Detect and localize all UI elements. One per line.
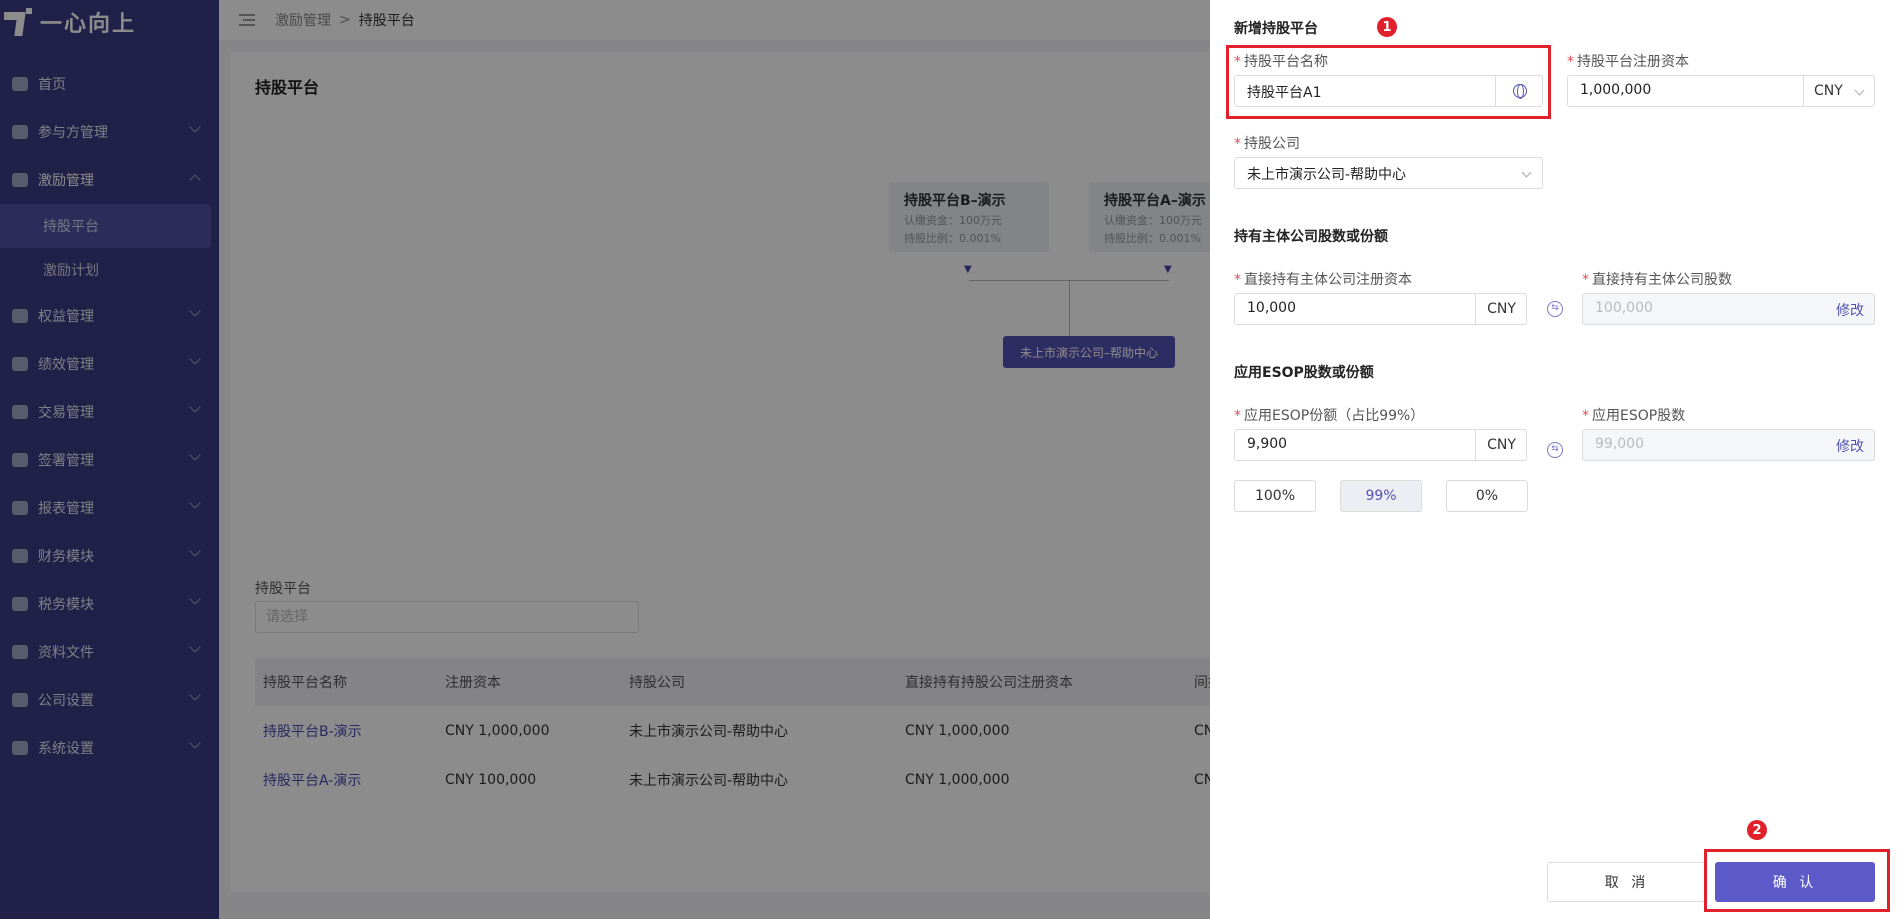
direct-shares-label: * 直接持有主体公司股数	[1582, 269, 1732, 289]
annotation-marker-2: 2	[1747, 820, 1767, 840]
required-mark: *	[1567, 54, 1574, 70]
edit-direct-shares-link[interactable]: 修改	[1836, 300, 1864, 320]
required-mark: *	[1234, 408, 1241, 424]
add-platform-drawer: 新增持股平台 * 持股平台名称 持股平台A1 * 持股平台注册资本 1,000,00…	[1210, 0, 1899, 919]
currency-value: CNY	[1487, 437, 1516, 453]
input-value: 1,000,000	[1580, 82, 1652, 98]
platform-capital-input[interactable]: 1,000,000 CNY	[1567, 75, 1875, 107]
field-label-text: 持股公司	[1244, 136, 1300, 152]
select-value: 未上市演示公司-帮助中心	[1247, 167, 1407, 183]
direct-capital-label: * 直接持有主体公司注册资本	[1234, 269, 1412, 289]
currency-addon: CNY	[1475, 294, 1527, 324]
field-label-text: 直接持有主体公司注册资本	[1244, 272, 1412, 288]
esop-amount-input[interactable]: 9,900 CNY	[1234, 429, 1527, 461]
convert-icon[interactable]: ⇆	[1547, 442, 1563, 458]
currency-select[interactable]: CNY	[1803, 76, 1875, 106]
convert-icon[interactable]: ⇆	[1547, 301, 1563, 317]
required-mark: *	[1582, 272, 1589, 288]
input-value: 10,000	[1247, 300, 1296, 316]
holding-company-label: * 持股公司	[1234, 133, 1300, 153]
field-label-text: 直接持有主体公司股数	[1592, 272, 1732, 288]
chevron-down-icon	[1521, 167, 1532, 178]
holding-company-select[interactable]: 未上市演示公司-帮助中心	[1234, 157, 1543, 189]
required-mark: *	[1234, 272, 1241, 288]
input-value: 100,000	[1595, 300, 1653, 316]
platform-capital-label: * 持股平台注册资本	[1567, 51, 1689, 71]
required-mark: *	[1234, 136, 1241, 152]
highlight-box-confirm	[1704, 849, 1890, 912]
direct-capital-input[interactable]: 10,000 CNY	[1234, 293, 1527, 325]
currency-addon: CNY	[1475, 430, 1527, 460]
esop-shares-label: * 应用ESOP股数	[1582, 405, 1685, 425]
input-value: 9,900	[1247, 436, 1288, 452]
pct-100-button[interactable]: 100%	[1234, 480, 1316, 512]
field-label-text: 应用ESOP股数	[1592, 408, 1686, 424]
modal-overlay[interactable]	[0, 0, 1210, 919]
required-mark: *	[1582, 408, 1589, 424]
cancel-button[interactable]: 取 消	[1547, 862, 1707, 902]
currency-value: CNY	[1814, 83, 1843, 99]
edit-esop-shares-link[interactable]: 修改	[1836, 436, 1864, 456]
drawer-title: 新增持股平台	[1234, 21, 1318, 37]
esop-amount-label: * 应用ESOP份额（占比99%）	[1234, 405, 1424, 425]
input-value: 99,000	[1595, 436, 1644, 452]
field-label-text: 应用ESOP份额（占比99%）	[1244, 408, 1425, 424]
section-title-esop: 应用ESOP股数或份额	[1234, 365, 1374, 381]
pct-0-button[interactable]: 0%	[1446, 480, 1528, 512]
chevron-down-icon	[1854, 85, 1865, 96]
currency-value: CNY	[1487, 301, 1516, 317]
esop-shares-input: 99,000 修改	[1582, 429, 1875, 461]
annotation-marker-1: 1	[1377, 17, 1397, 37]
pct-99-button[interactable]: 99%	[1340, 480, 1422, 512]
field-label-text: 持股平台注册资本	[1577, 54, 1689, 70]
section-title-holdings: 持有主体公司股数或份额	[1234, 229, 1388, 245]
direct-shares-input: 100,000 修改	[1582, 293, 1875, 325]
highlight-box-name-field	[1226, 45, 1551, 119]
